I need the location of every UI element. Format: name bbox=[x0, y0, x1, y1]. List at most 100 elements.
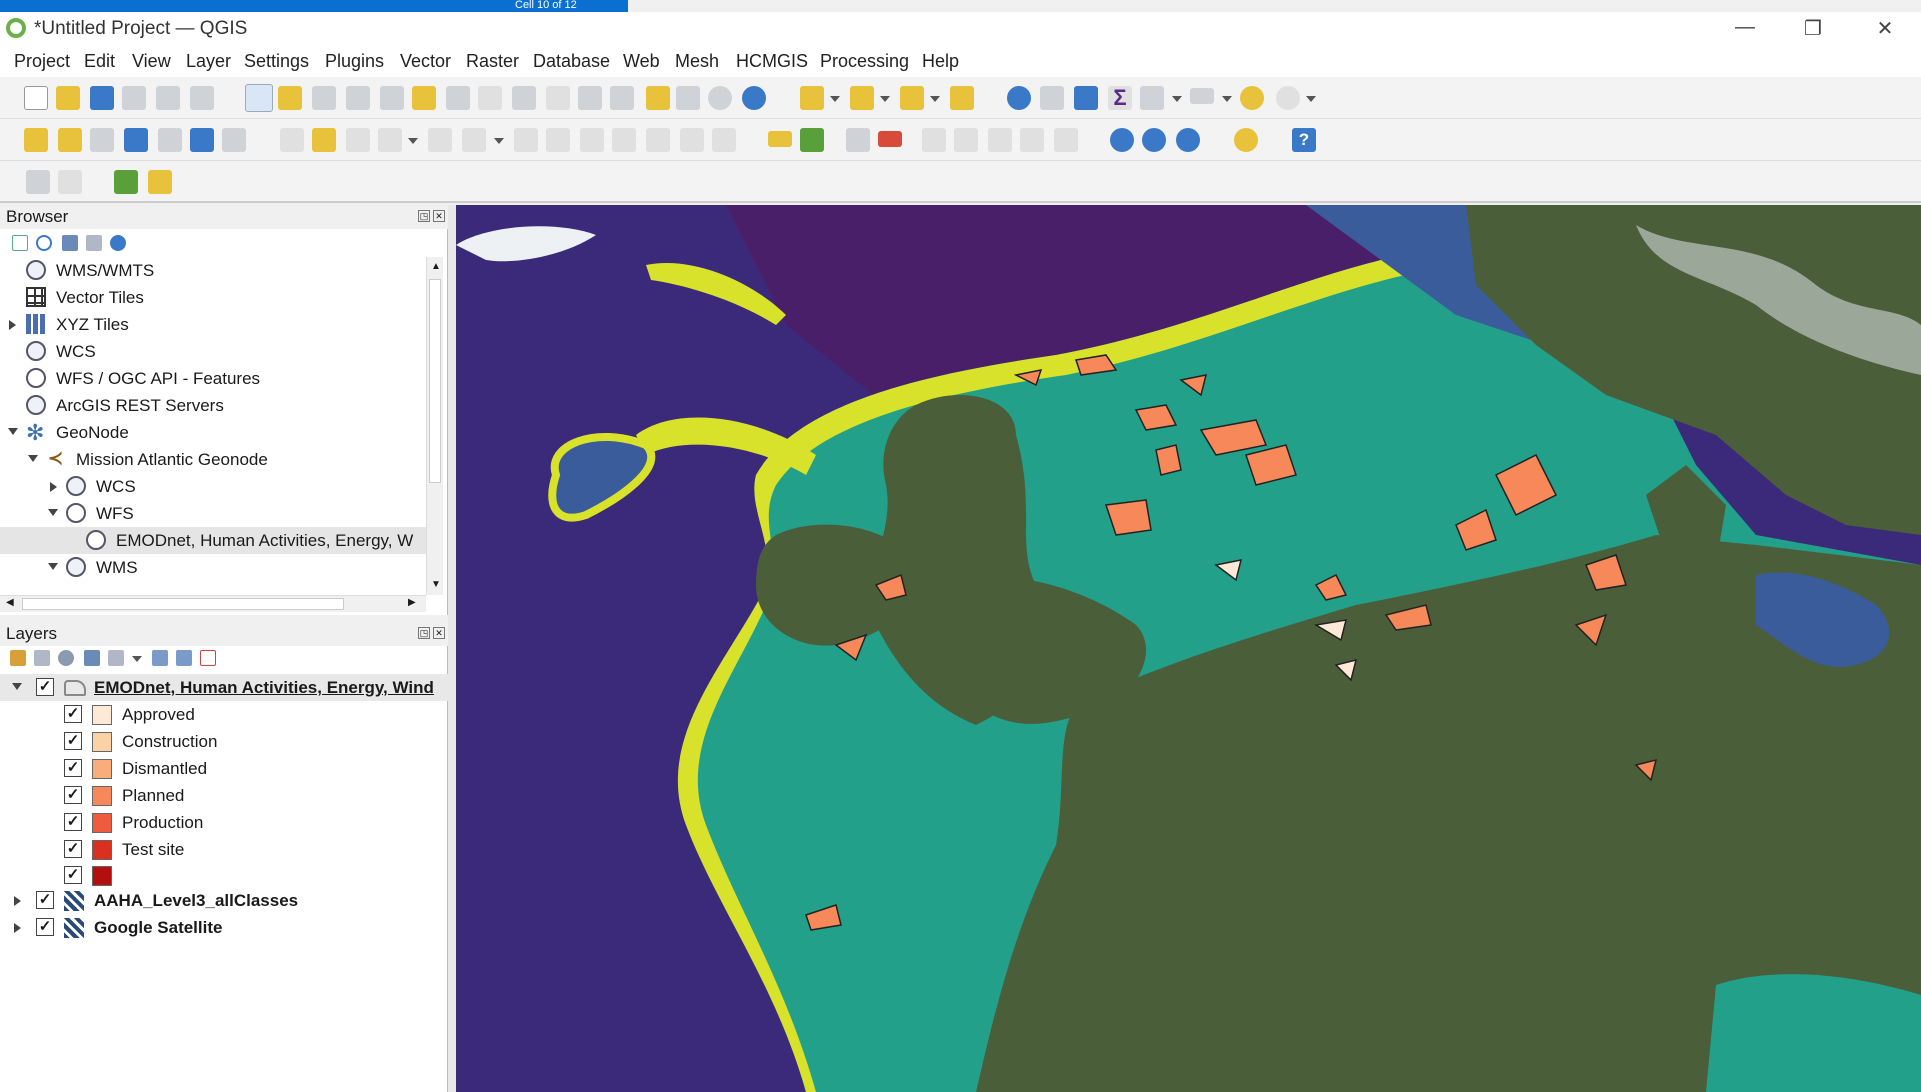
expand-icon[interactable] bbox=[50, 482, 57, 492]
highlight-pinned-labels-icon[interactable] bbox=[846, 128, 870, 152]
zoom-out-icon[interactable] bbox=[346, 86, 370, 110]
category-checkbox[interactable]: ✓ bbox=[64, 840, 82, 858]
category-checkbox[interactable]: ✓ bbox=[64, 786, 82, 804]
zoom-to-layer-icon[interactable] bbox=[446, 86, 470, 110]
zoom-next-icon[interactable] bbox=[546, 86, 570, 110]
category-checkbox[interactable]: ✓ bbox=[64, 705, 82, 723]
copy-features-icon[interactable] bbox=[612, 128, 636, 152]
browser-item-wcs[interactable]: WCS bbox=[0, 338, 430, 365]
deselect-dropdown-icon[interactable] bbox=[930, 96, 940, 102]
add-feature-icon[interactable] bbox=[378, 128, 402, 152]
category-checkbox[interactable]: ✓ bbox=[64, 759, 82, 777]
browser-item-emodnet-wfs[interactable]: EMODnet, Human Activities, Energy, W bbox=[0, 527, 430, 554]
move-feature-icon[interactable] bbox=[462, 128, 486, 152]
panel-splitter[interactable] bbox=[448, 205, 456, 1092]
delete-selected-icon[interactable] bbox=[546, 128, 570, 152]
browser-item-vector-tiles[interactable]: Vector Tiles bbox=[0, 284, 430, 311]
collapse-all-icon[interactable] bbox=[86, 235, 102, 251]
scroll-right-icon[interactable]: ▶ bbox=[408, 597, 416, 608]
menu-hcmgis[interactable]: HCMGIS bbox=[736, 51, 808, 72]
identify-features-icon[interactable] bbox=[1007, 86, 1031, 110]
zoom-full-icon[interactable] bbox=[380, 86, 404, 110]
style-manager-icon[interactable] bbox=[190, 86, 214, 110]
browser-item-geonode-wfs[interactable]: WFS bbox=[0, 500, 430, 527]
deselect-features-icon[interactable] bbox=[900, 86, 924, 110]
temporal-controller-icon[interactable] bbox=[708, 86, 732, 110]
pan-map-icon[interactable] bbox=[245, 84, 273, 112]
browser-item-mission-atlantic[interactable]: ≺ Mission Atlantic Geonode bbox=[0, 446, 430, 473]
show-hide-labels-icon[interactable] bbox=[922, 128, 946, 152]
scroll-down-icon[interactable]: ▼ bbox=[431, 579, 441, 590]
paste-features-icon[interactable] bbox=[646, 128, 670, 152]
menu-plugins[interactable]: Plugins bbox=[325, 51, 384, 72]
menu-raster[interactable]: Raster bbox=[466, 51, 519, 72]
filter-by-expression-icon[interactable] bbox=[108, 650, 124, 666]
new-geopackage-layer-icon[interactable] bbox=[58, 128, 82, 152]
category-planned[interactable]: ✓ Planned bbox=[0, 782, 448, 809]
select-by-value-icon[interactable] bbox=[850, 86, 874, 110]
save-project-icon[interactable] bbox=[90, 86, 114, 110]
zoom-to-selection-icon[interactable] bbox=[412, 86, 436, 110]
measure-line-icon[interactable] bbox=[1190, 88, 1214, 104]
manage-map-themes-icon[interactable] bbox=[58, 650, 74, 666]
map-tips-icon[interactable] bbox=[1240, 86, 1264, 110]
menu-mesh[interactable]: Mesh bbox=[675, 51, 719, 72]
move-label-icon[interactable] bbox=[954, 128, 978, 152]
undo-icon[interactable] bbox=[680, 128, 704, 152]
new-bookmark-icon[interactable] bbox=[646, 86, 670, 110]
filter-legend-icon[interactable] bbox=[84, 650, 100, 666]
new-3d-map-view-icon[interactable] bbox=[610, 86, 634, 110]
redo-icon[interactable] bbox=[712, 128, 736, 152]
filter-browser-icon[interactable] bbox=[62, 235, 78, 251]
add-wfs-layer-icon[interactable] bbox=[222, 128, 246, 152]
category-checkbox[interactable]: ✓ bbox=[64, 866, 82, 884]
toggle-editing-icon[interactable] bbox=[312, 128, 336, 152]
rotate-label-icon[interactable] bbox=[988, 128, 1012, 152]
zoom-native-icon[interactable] bbox=[478, 86, 502, 110]
scrollbar-thumb[interactable] bbox=[429, 279, 441, 483]
category-production[interactable]: ✓ Production bbox=[0, 809, 448, 836]
save-edits-icon[interactable] bbox=[346, 128, 370, 152]
measure-dropdown-icon[interactable] bbox=[1222, 96, 1232, 102]
expand-all-icon[interactable] bbox=[152, 650, 168, 666]
browser-item-geonode[interactable]: ✻ GeoNode bbox=[0, 419, 430, 446]
menu-project[interactable]: Project bbox=[14, 51, 70, 72]
layer-visibility-checkbox[interactable]: ✓ bbox=[36, 678, 54, 696]
browser-item-geonode-wcs[interactable]: WCS bbox=[0, 473, 430, 500]
select-by-value-dropdown-icon[interactable] bbox=[880, 96, 890, 102]
browser-item-arcgis-rest[interactable]: ArcGIS REST Servers bbox=[0, 392, 430, 419]
browser-item-xyz-tiles[interactable]: XYZ Tiles bbox=[0, 311, 430, 338]
zoom-in-icon[interactable] bbox=[312, 86, 336, 110]
georeferencer-icon[interactable] bbox=[26, 170, 50, 194]
menu-settings[interactable]: Settings bbox=[244, 51, 309, 72]
select-location-icon[interactable] bbox=[950, 86, 974, 110]
layer-visibility-checkbox[interactable]: ✓ bbox=[36, 918, 54, 936]
add-group-icon[interactable] bbox=[34, 650, 50, 666]
menu-web[interactable]: Web bbox=[623, 51, 660, 72]
remove-layer-icon[interactable] bbox=[200, 650, 216, 666]
browser-item-geonode-wms[interactable]: WMS bbox=[0, 554, 430, 581]
expand-icon[interactable] bbox=[14, 896, 21, 906]
layer-google-satellite[interactable]: ✓ Google Satellite bbox=[0, 914, 448, 941]
modify-attributes-icon[interactable] bbox=[514, 128, 538, 152]
browser-item-wms-wmts[interactable]: WMS/WMTS bbox=[0, 257, 430, 284]
change-label-icon[interactable] bbox=[1020, 128, 1044, 152]
category-construction[interactable]: ✓ Construction bbox=[0, 728, 448, 755]
category-other[interactable]: ✓ bbox=[0, 862, 448, 889]
open-project-icon[interactable] bbox=[56, 86, 80, 110]
layout-manager-icon[interactable] bbox=[156, 86, 180, 110]
refresh-browser-icon[interactable] bbox=[36, 235, 52, 251]
maximize-button[interactable]: ❐ bbox=[1790, 16, 1836, 40]
data-source-manager-icon[interactable] bbox=[24, 128, 48, 152]
menu-edit[interactable]: Edit bbox=[84, 51, 115, 72]
expand-icon[interactable] bbox=[9, 320, 16, 330]
layer-aaha-level3[interactable]: ✓ AAHA_Level3_allClasses bbox=[0, 887, 448, 914]
scrollbar-thumb[interactable] bbox=[22, 598, 344, 610]
properties-info-icon[interactable] bbox=[110, 235, 126, 251]
menu-processing[interactable]: Processing bbox=[820, 51, 909, 72]
disabled-plugin-icon[interactable] bbox=[58, 170, 82, 194]
hcmgis-tool-icon[interactable] bbox=[148, 170, 172, 194]
select-features-icon[interactable] bbox=[800, 86, 824, 110]
category-checkbox[interactable]: ✓ bbox=[64, 813, 82, 831]
collapse-icon[interactable] bbox=[48, 563, 58, 570]
